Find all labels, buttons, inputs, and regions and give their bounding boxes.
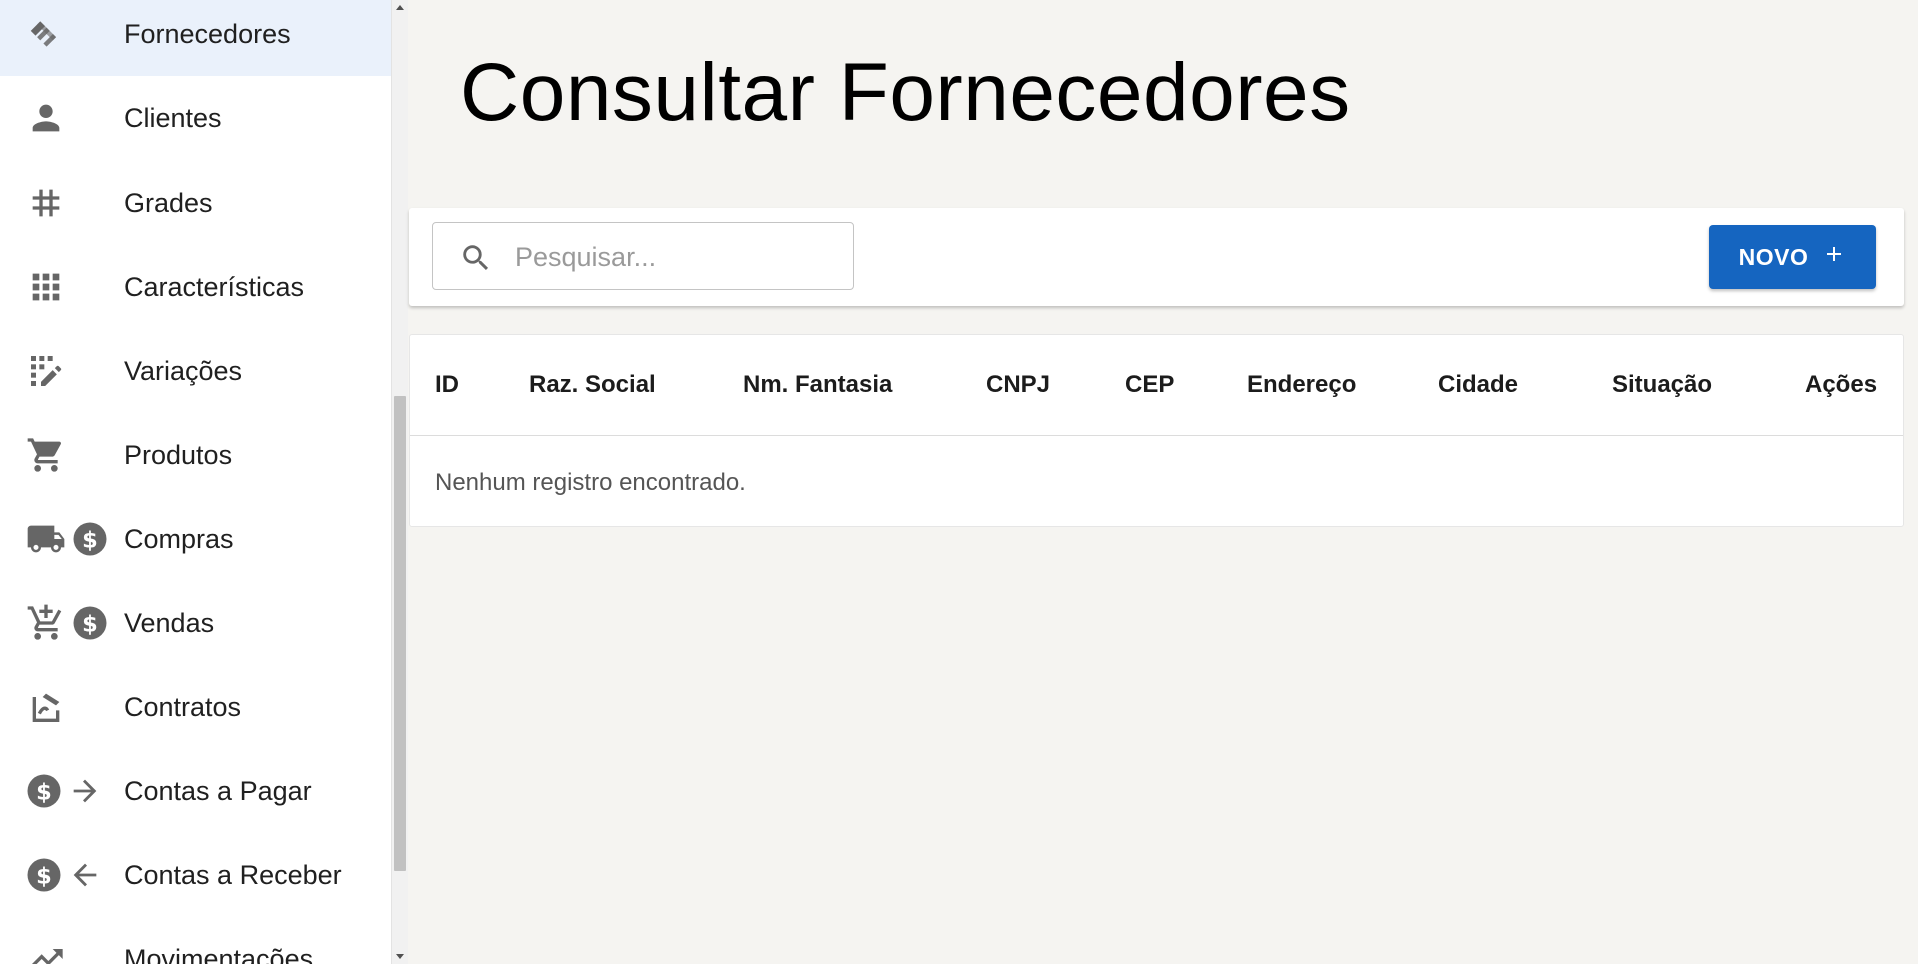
column-header-id[interactable]: ID bbox=[435, 371, 459, 399]
sidebar-item-label: Movimentações bbox=[124, 943, 314, 964]
sidebar-item-vendas[interactable]: $ Vendas bbox=[0, 581, 391, 665]
dollar-arrow-left-icon: $ bbox=[26, 857, 102, 893]
scroll-up-arrow-icon[interactable] bbox=[396, 5, 404, 10]
sidebar-item-contas-a-pagar[interactable]: $ Contas a Pagar bbox=[0, 749, 391, 833]
scroll-down-arrow-icon[interactable] bbox=[396, 954, 404, 959]
sidebar-item-contratos[interactable]: Contratos bbox=[0, 665, 391, 749]
sidebar-item-contas-a-receber[interactable]: $ Contas a Receber bbox=[0, 833, 391, 917]
sidebar-item-caracteristicas[interactable]: Características bbox=[0, 245, 391, 329]
page-title: Consultar Fornecedores bbox=[460, 47, 1351, 138]
toolbar: NOVO bbox=[409, 208, 1904, 306]
empty-table-message: Nenhum registro encontrado. bbox=[435, 469, 746, 496]
sidebar-item-label: Contas a Receber bbox=[124, 859, 342, 890]
sidebar-item-fornecedores[interactable]: Fornecedores bbox=[0, 0, 391, 76]
sidebar-item-label: Contratos bbox=[124, 691, 242, 722]
column-header-raz-social[interactable]: Raz. Social bbox=[529, 371, 656, 399]
sidebar-item-movimentacoes[interactable]: Movimentações bbox=[0, 917, 391, 964]
contract-sign-icon bbox=[26, 687, 66, 727]
sidebar-item-variacoes[interactable]: Variações bbox=[0, 329, 391, 413]
column-header-cidade[interactable]: Cidade bbox=[1438, 371, 1518, 399]
svg-text:$: $ bbox=[36, 863, 52, 889]
scrollbar-thumb[interactable] bbox=[394, 396, 406, 871]
suppliers-table: ID Raz. Social Nm. Fantasia CNPJ CEP End… bbox=[409, 334, 1904, 527]
apps-grid-icon bbox=[26, 267, 66, 307]
sidebar-item-label: Variações bbox=[124, 355, 243, 386]
column-header-cep[interactable]: CEP bbox=[1125, 371, 1174, 399]
svg-text:$: $ bbox=[36, 779, 52, 805]
sidebar-item-label: Produtos bbox=[124, 439, 233, 470]
new-button[interactable]: NOVO bbox=[1709, 225, 1876, 289]
sidebar-item-label: Características bbox=[124, 271, 305, 302]
sidebar-item-label: Fornecedores bbox=[124, 18, 291, 49]
sidebar-item-compras[interactable]: $ Compras bbox=[0, 497, 391, 581]
sidebar-item-produtos[interactable]: Produtos bbox=[0, 413, 391, 497]
handshake-icon bbox=[26, 15, 64, 53]
cart-add-dollar-icon: $ bbox=[26, 603, 108, 643]
sidebar-item-label: Compras bbox=[124, 523, 234, 554]
svg-text:$: $ bbox=[82, 527, 98, 553]
column-header-situacao[interactable]: Situação bbox=[1612, 371, 1712, 399]
sidebar-scrollbar[interactable] bbox=[391, 0, 408, 964]
hash-icon bbox=[26, 183, 66, 223]
sidebar-item-label: Contas a Pagar bbox=[124, 775, 312, 806]
column-header-acoes: Ações bbox=[1805, 371, 1878, 398]
plus-icon bbox=[1822, 242, 1846, 272]
sidebar-item-label: Vendas bbox=[124, 607, 215, 638]
shopping-cart-icon bbox=[26, 435, 66, 475]
sidebar-item-label: Clientes bbox=[124, 102, 222, 133]
sidebar-item-label: Grades bbox=[124, 187, 213, 218]
search-field[interactable] bbox=[432, 222, 854, 290]
search-icon bbox=[459, 241, 493, 280]
trending-icon bbox=[26, 939, 66, 964]
column-header-nm-fantasia[interactable]: Nm. Fantasia bbox=[743, 371, 892, 399]
sidebar-item-clientes[interactable]: Clientes bbox=[0, 76, 391, 160]
person-icon bbox=[26, 98, 66, 138]
search-input[interactable] bbox=[513, 235, 837, 279]
svg-text:$: $ bbox=[82, 611, 98, 637]
column-header-endereco[interactable]: Endereço bbox=[1247, 371, 1356, 399]
table-header: ID Raz. Social Nm. Fantasia CNPJ CEP End… bbox=[410, 335, 1903, 436]
new-button-label: NOVO bbox=[1738, 243, 1809, 270]
edit-grid-icon bbox=[26, 351, 66, 391]
column-header-cnpj[interactable]: CNPJ bbox=[986, 371, 1050, 399]
dollar-arrow-right-icon: $ bbox=[26, 773, 102, 809]
sidebar-item-grades[interactable]: Grades bbox=[0, 161, 391, 245]
sidebar: Fornecedores Clientes Grades Característ… bbox=[0, 0, 391, 964]
truck-dollar-icon: $ bbox=[26, 519, 108, 559]
